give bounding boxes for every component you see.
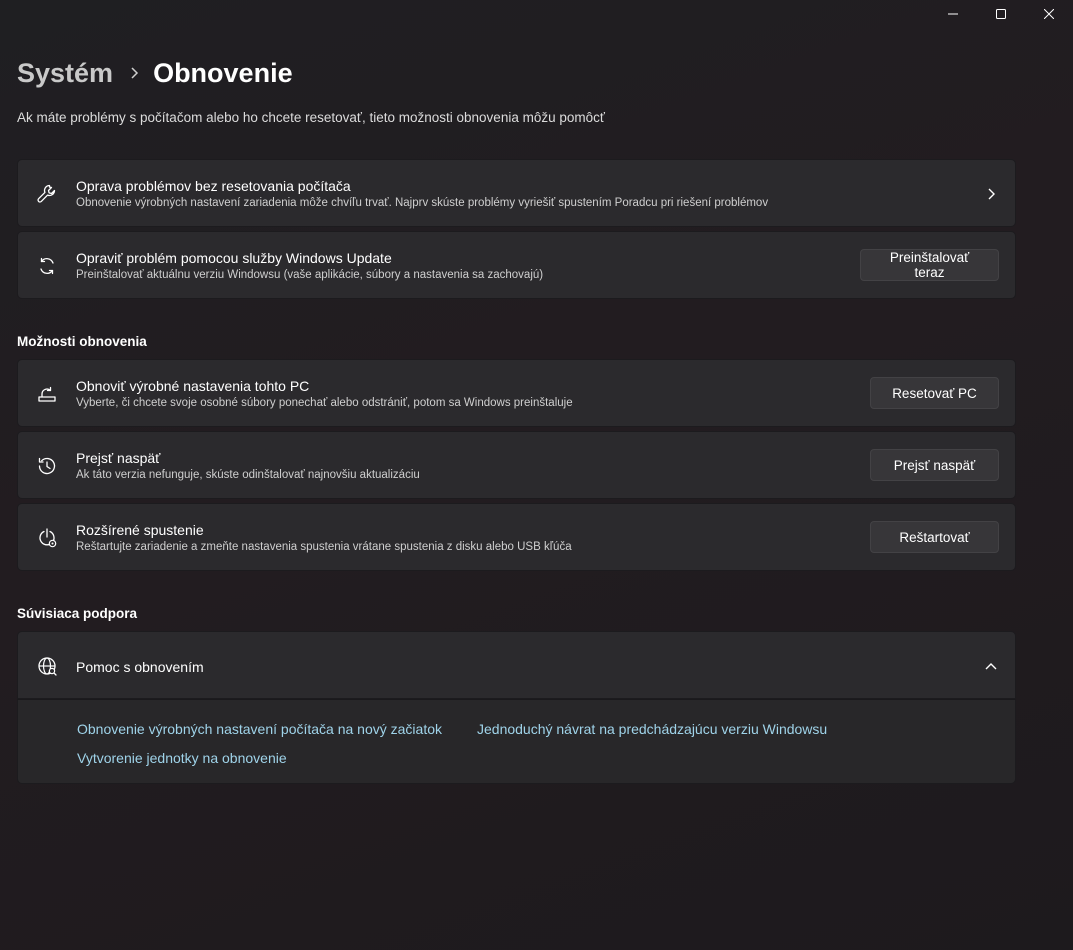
minimize-button[interactable] [929, 0, 977, 28]
minimize-icon [948, 13, 958, 15]
close-button[interactable] [1025, 0, 1073, 28]
go-back-button[interactable]: Prejsť naspäť [870, 449, 999, 481]
advanced-startup-card: Rozšírené spustenie Reštartujte zariaden… [17, 503, 1016, 571]
chevron-right-icon [131, 67, 139, 79]
windows-update-fix-card: Opraviť problém pomocou služby Windows U… [17, 231, 1016, 299]
go-back-title: Prejsť naspäť [76, 450, 161, 466]
close-icon [1044, 9, 1054, 19]
go-back-desc: Ak táto verzia nefunguje, skúste odinšta… [76, 469, 420, 481]
windows-update-fix-title: Opraviť problém pomocou služby Windows U… [76, 250, 392, 266]
link-create-recovery-drive[interactable]: Vytvorenie jednotky na obnovenie [77, 750, 287, 766]
reinstall-now-button[interactable]: Preinštalovať teraz [860, 249, 999, 281]
fix-problems-desc: Obnovenie výrobných nastavení zariadenia… [76, 197, 769, 209]
reset-pc-desc: Vyberte, či chcete svoje osobné súbory p… [76, 397, 573, 409]
page-title: Obnovenie [153, 57, 293, 88]
reset-pc-button[interactable]: Resetovať PC [870, 377, 999, 409]
restart-button[interactable]: Reštartovať [870, 521, 999, 553]
breadcrumb: Systém Obnovenie [17, 55, 293, 91]
advanced-startup-title: Rozšírené spustenie [76, 522, 204, 538]
maximize-icon [996, 9, 1006, 19]
window-controls [929, 0, 1073, 28]
history-icon [35, 454, 59, 478]
recovery-help-expander[interactable]: Pomoc s obnovením [17, 631, 1016, 699]
fix-problems-title: Oprava problémov bez resetovania počítač… [76, 178, 351, 194]
advanced-startup-desc: Reštartujte zariadenie a zmeňte nastaven… [76, 541, 572, 553]
globe-icon [35, 654, 59, 678]
advanced-startup-icon [35, 526, 59, 550]
link-factory-reset[interactable]: Obnovenie výrobných nastavení počítača n… [77, 721, 442, 737]
chevron-up-icon [985, 663, 997, 670]
chevron-right-icon [988, 188, 995, 200]
reset-pc-icon [35, 382, 59, 406]
wrench-icon [35, 182, 59, 206]
related-support-heading: Súvisiaca podpora [17, 606, 138, 621]
reset-pc-card: Obnoviť výrobné nastavenia tohto PC Vybe… [17, 359, 1016, 427]
breadcrumb-parent[interactable]: Systém [17, 58, 113, 89]
windows-update-fix-desc: Preinštalovať aktuálnu verziu Windowsu (… [76, 269, 544, 281]
maximize-button[interactable] [977, 0, 1025, 28]
link-go-back-previous-version[interactable]: Jednoduchý návrat na predchádzajúcu verz… [477, 721, 827, 737]
recovery-help-title: Pomoc s obnovením [76, 659, 204, 675]
page-description: Ak máte problémy s počítačom alebo ho ch… [17, 110, 605, 125]
fix-problems-card[interactable]: Oprava problémov bez resetovania počítač… [17, 159, 1016, 227]
reset-pc-title: Obnoviť výrobné nastavenia tohto PC [76, 378, 310, 394]
recovery-help-content: Obnovenie výrobných nastavení počítača n… [17, 699, 1016, 784]
sync-icon [35, 254, 59, 278]
recovery-options-heading: Možnosti obnovenia [17, 334, 147, 349]
go-back-card: Prejsť naspäť Ak táto verzia nefunguje, … [17, 431, 1016, 499]
